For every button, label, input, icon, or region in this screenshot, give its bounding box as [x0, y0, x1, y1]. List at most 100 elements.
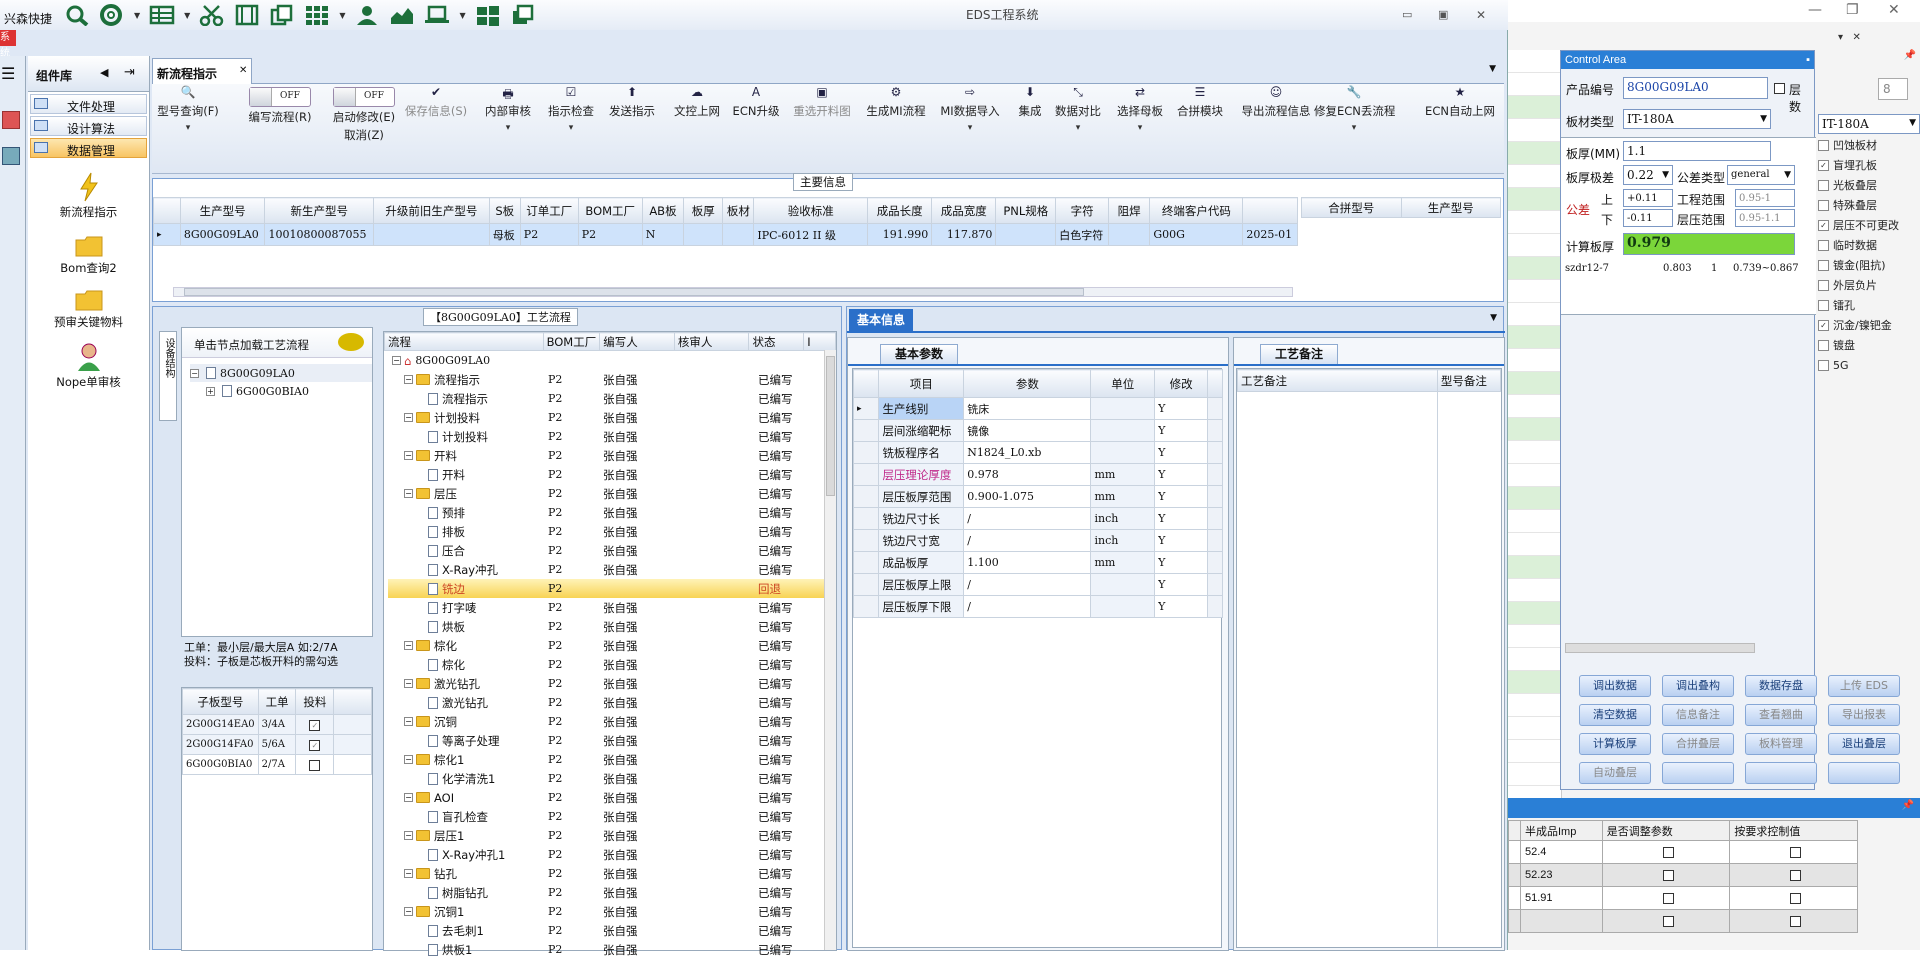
vertical-tab[interactable]: 设备结构	[159, 331, 177, 421]
column-header[interactable]: 型号备注	[1436, 369, 1502, 392]
checkbox-icon[interactable]	[1818, 279, 1829, 291]
toolbar-button[interactable]: OFF 编写流程(R)	[240, 85, 320, 125]
feed-cell[interactable]	[295, 754, 335, 775]
collapse-icon[interactable]: −	[404, 413, 413, 422]
toolbar-button[interactable]: 🔧 修复ECN丢流程 ▾	[1314, 85, 1395, 133]
flow-row[interactable]: 铣边 P2 回退	[388, 579, 836, 598]
param-unit[interactable]: inch	[1090, 507, 1156, 530]
param-modify[interactable]: Y	[1154, 397, 1209, 420]
panel-menu-icon[interactable]: ▼	[1490, 313, 1497, 323]
flow-row[interactable]: − 钻孔 P2 张自强 已编写	[388, 864, 836, 883]
column-header[interactable]: 验收标准	[753, 197, 869, 224]
toolbar-button[interactable]: ▣ 重选开料图	[782, 85, 862, 119]
column-header[interactable]: 半成品Imp	[1519, 820, 1603, 841]
collapse-icon[interactable]: −	[190, 368, 199, 378]
pin-icon[interactable]: ▪	[1806, 51, 1810, 69]
basic-info-tab[interactable]: 基本信息	[849, 309, 914, 331]
toolbar-button[interactable]: 🔍 型号查询(F) ▾	[148, 85, 228, 133]
order-cell[interactable]: 2/7A	[257, 754, 297, 775]
checkbox-icon[interactable]	[1818, 259, 1829, 271]
table-cell[interactable]	[373, 223, 490, 246]
flow-row[interactable]: − 流程指示 P2 张自强 已编写	[388, 370, 836, 389]
upper-tol-input[interactable]: +0.11	[1623, 189, 1673, 207]
flow-root-node[interactable]: − ⌂ 8G00G09LA0	[388, 351, 836, 370]
param-unit[interactable]: mm	[1090, 463, 1156, 486]
dropdown-arrow-icon[interactable]: ▾	[148, 123, 228, 133]
column-header[interactable]: 项目	[878, 369, 965, 398]
collapse-icon[interactable]: −	[404, 451, 413, 460]
table-cell[interactable]	[995, 223, 1057, 246]
sidebar-item[interactable]: 设计算法	[30, 116, 147, 136]
flow-row[interactable]: − 沉铜1 P2 张自强 已编写	[388, 902, 836, 921]
imp-value[interactable]	[1519, 909, 1603, 933]
table-cell[interactable]	[1107, 223, 1151, 246]
table-row[interactable]: 2G00G14FA0 5/6A ✓	[182, 734, 372, 755]
flow-row[interactable]: − 计划投料 P2 张自强 已编写	[388, 408, 836, 427]
tree-node[interactable]: − 8G00G09LA0	[190, 364, 372, 382]
control-button[interactable]	[1745, 762, 1817, 784]
column-header[interactable]: 阻焊	[1107, 197, 1151, 224]
checkbox-icon[interactable]	[1818, 179, 1829, 191]
panel-pin-controls[interactable]: ▾ ✕	[1838, 32, 1861, 43]
param-modify[interactable]: Y	[1154, 441, 1209, 464]
stackup-option[interactable]: 5G	[1818, 355, 1918, 375]
param-row[interactable]: 层间涨缩靶标 镜像 Y	[852, 419, 1223, 442]
checkbox-icon[interactable]	[1818, 239, 1829, 251]
control-button[interactable]	[1662, 762, 1734, 784]
param-row[interactable]: 铣边尺寸长 / inch Y	[852, 507, 1223, 530]
checkbox-icon[interactable]	[1790, 869, 1802, 881]
column-header[interactable]: 成品长度	[867, 197, 933, 224]
column-header[interactable]: 修改	[1154, 369, 1209, 398]
flow-row[interactable]: − 棕化1 P2 张自强 已编写	[388, 750, 836, 769]
checked-checkbox-icon[interactable]: ✓	[1818, 159, 1829, 171]
control-cell[interactable]	[1729, 840, 1858, 864]
table-icon[interactable]	[149, 4, 175, 26]
table-cell[interactable]: 白色字符	[1055, 223, 1109, 246]
param-value[interactable]: /	[963, 595, 1092, 618]
control-button[interactable]: 信息备注	[1662, 704, 1734, 726]
stackup-option[interactable]: 特殊叠层	[1818, 195, 1918, 215]
checkbox-icon[interactable]	[1818, 139, 1829, 151]
tab-new-process[interactable]: 新流程指示 ✕	[152, 58, 252, 84]
flow-row[interactable]: 流程指示 P2 张自强 已编写	[388, 389, 836, 408]
collapse-icon[interactable]: −	[404, 641, 413, 650]
checkbox-icon[interactable]	[1790, 915, 1802, 927]
launcher-item[interactable]: Nope单审核	[28, 342, 149, 390]
flow-row[interactable]: − 棕化 P2 张自强 已编写	[388, 636, 836, 655]
param-row[interactable]: 层压理论厚度 0.978 mm Y	[852, 463, 1223, 486]
control-cell[interactable]	[1729, 909, 1858, 933]
column-header[interactable]: 工单	[257, 688, 297, 715]
pin-icon[interactable]: 📌	[1902, 800, 1914, 811]
table-cell[interactable]	[683, 223, 724, 246]
param-modify[interactable]: Y	[1154, 573, 1209, 596]
stackup-option[interactable]: ✓ 沉金/镍钯金	[1818, 315, 1918, 335]
close-icon[interactable]: ✕	[239, 65, 247, 76]
sidebar-item[interactable]: 数据管理	[30, 138, 147, 158]
close-icon[interactable]: ✕	[1476, 8, 1486, 22]
column-header[interactable]: 字符	[1055, 197, 1109, 224]
column-header[interactable]: 订单工厂	[519, 197, 579, 224]
control-button[interactable]: 调出数据	[1579, 675, 1651, 697]
column-header[interactable]: 成品宽度	[931, 197, 997, 224]
toolbar-button[interactable]: ☺ 导出流程信息	[1236, 85, 1316, 119]
column-header[interactable]: 核审人	[673, 332, 750, 351]
column-header[interactable]: I	[803, 332, 836, 351]
param-unit[interactable]: inch	[1090, 529, 1156, 552]
column-header[interactable]: 参数	[963, 369, 1092, 398]
dropdown-arrow-icon[interactable]: ▾	[930, 123, 1010, 133]
control-button[interactable]: 自动叠层	[1579, 762, 1651, 784]
layers-checkbox[interactable]	[1774, 83, 1785, 94]
flow-row[interactable]: 棕化 P2 张自强 已编写	[388, 655, 836, 674]
control-cell[interactable]	[1729, 886, 1858, 910]
flow-row[interactable]: − 沉铜 P2 张自强 已编写	[388, 712, 836, 731]
param-value[interactable]: 0.978	[963, 463, 1092, 486]
checkbox-icon[interactable]	[1662, 915, 1674, 927]
table-row[interactable]: 6G00G0BIA0 2/7A	[182, 754, 372, 775]
column-header[interactable]: 生产型号	[179, 197, 266, 224]
control-button[interactable]: 退出叠层	[1828, 733, 1900, 755]
column-header[interactable]: AB板	[641, 197, 685, 224]
flow-row[interactable]: 预排 P2 张自强 已编写	[388, 503, 836, 522]
adjust-cell[interactable]	[1601, 863, 1731, 887]
dropdown-arrow-icon[interactable]: ▾	[1100, 123, 1180, 133]
chevron-left-icon[interactable]: ◀	[100, 66, 108, 79]
